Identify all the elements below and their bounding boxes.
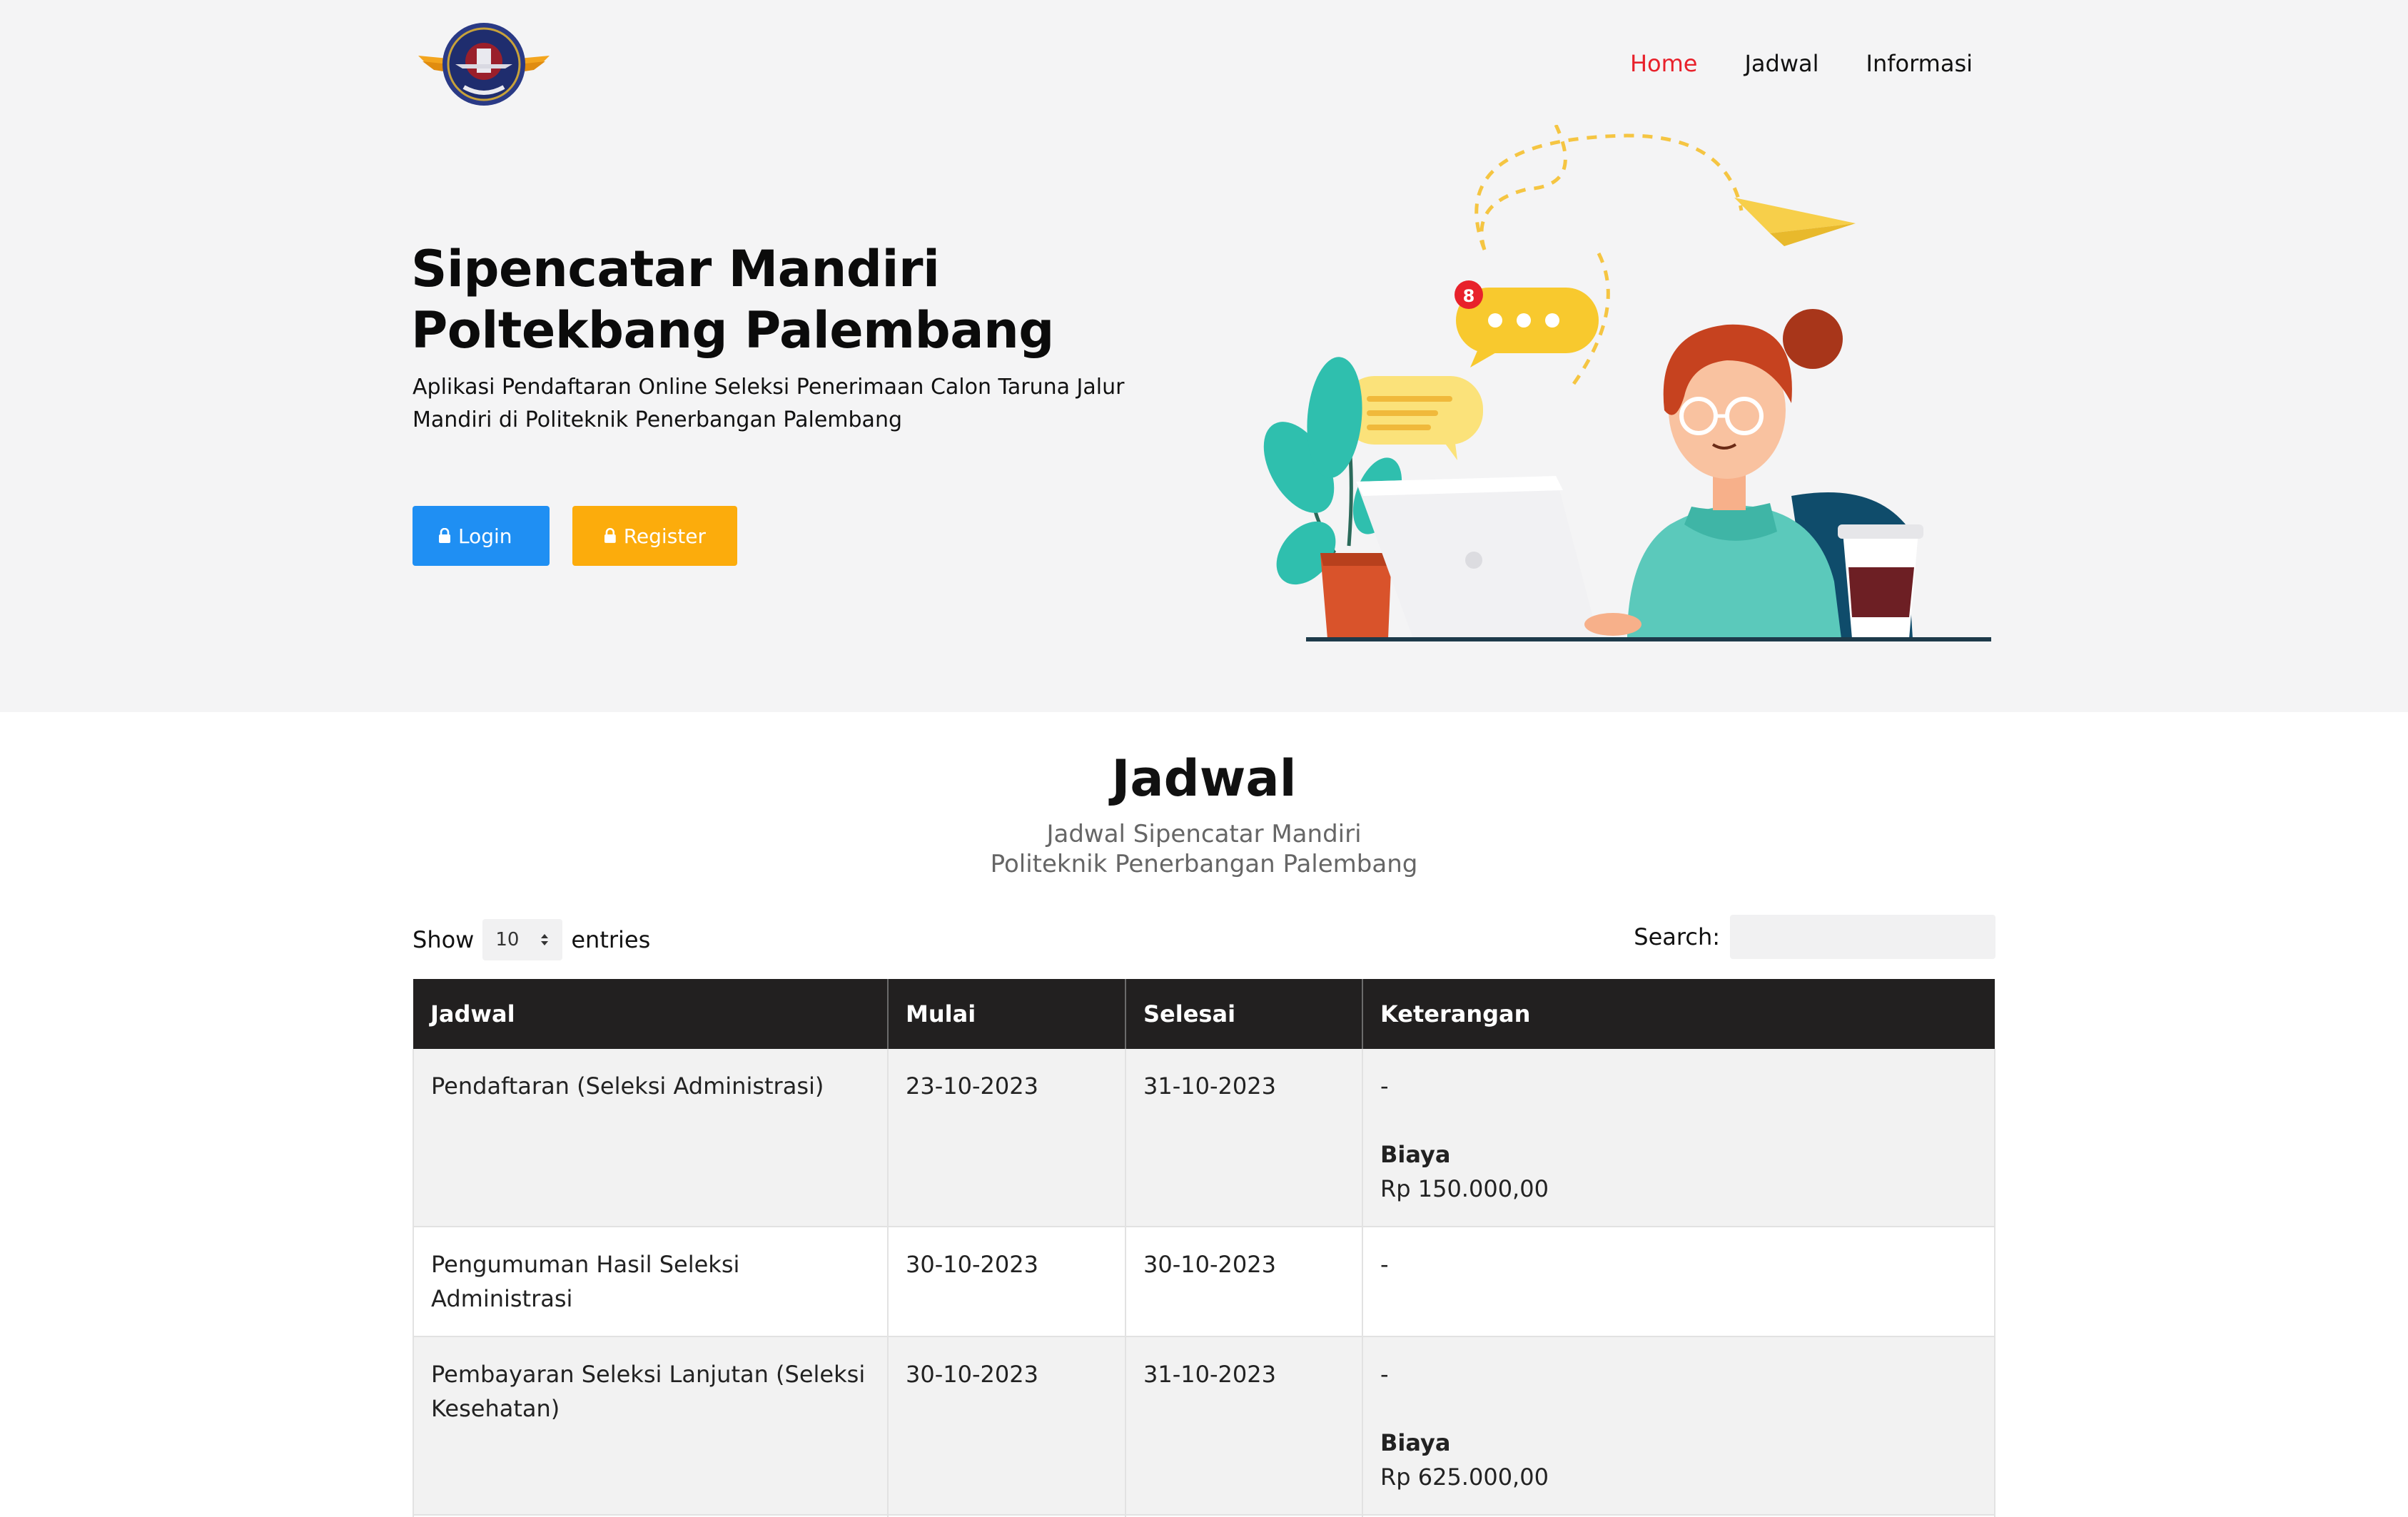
cell-keterangan: - Biaya Rp 625.000,00 [1362,1336,1995,1516]
show-entries-control: Show 10 entries [413,919,650,960]
nav-jadwal[interactable]: Jadwal [1744,50,1818,77]
lock-icon [439,528,450,543]
search-label: Search: [1634,923,1720,950]
hero-title: Sipencatar Mandiri Poltekbang Palembang [411,238,1268,361]
subtitle-line1: Jadwal Sipencatar Mandiri [1046,820,1362,848]
section-title: Jadwal [1111,749,1297,808]
table-row: Pendaftaran (Seleksi Administrasi) 23-10… [413,1049,1995,1227]
sort-arrows-icon [541,934,549,945]
nav-home[interactable]: Home [1630,50,1698,77]
biaya-value: Rp 150.000,00 [1380,1175,1549,1202]
cell-jadwal: Pendaftaran (Seleksi Administrasi) [413,1049,889,1227]
biaya-label: Biaya [1380,1429,1451,1456]
cell-jadwal: Pembayaran Seleksi Lanjutan (Seleksi Kes… [413,1336,889,1516]
cell-mulai: 30-10-2023 [888,1336,1126,1516]
register-button[interactable]: Register [572,506,737,566]
main-nav: Home Jadwal Informasi [1630,50,1973,77]
lock-icon [604,528,616,543]
entries-label: entries [571,926,651,953]
search-input[interactable] [1730,915,1995,959]
column-header-mulai[interactable]: Mulai [888,979,1126,1049]
cell-keterangan: - [1362,1227,1995,1337]
cell-selesai: 30-10-2023 [1125,1227,1363,1337]
cell-mulai: 23-10-2023 [888,1049,1126,1227]
biaya-value: Rp 625.000,00 [1380,1463,1549,1491]
login-label: Login [458,524,512,548]
hero-section: Home Jadwal Informasi Sipencatar Mandiri… [0,0,2408,712]
table-row: Pengumuman Hasil Seleksi Administrasi 30… [413,1227,1995,1337]
hero-title-line1: Sipencatar Mandiri [411,240,940,298]
hero-illustration: 8 [1263,125,1991,641]
notification-count: 8 [1463,286,1475,306]
poltekbang-logo[interactable] [413,19,555,111]
column-header-jadwal[interactable]: Jadwal [413,979,889,1049]
column-header-keterangan[interactable]: Keterangan [1362,979,1995,1049]
entries-select[interactable]: 10 [482,919,563,960]
cell-keterangan: - Biaya Rp 150.000,00 [1362,1049,1995,1227]
column-header-selesai[interactable]: Selesai [1125,979,1363,1049]
schedule-table: Jadwal Mulai Selesai Keterangan Pendafta… [413,979,1995,1517]
cell-jadwal: Pengumuman Hasil Seleksi Administrasi [413,1227,889,1337]
biaya-label: Biaya [1380,1141,1451,1168]
hero-description: Aplikasi Pendaftaran Online Seleksi Pene… [413,375,1125,432]
keterangan-text: - [1380,1072,1389,1100]
keterangan-text: - [1380,1251,1389,1278]
keterangan-text: - [1380,1361,1389,1388]
section-subtitle: Jadwal Sipencatar Mandiri Politeknik Pen… [0,819,2408,879]
table-search: Search: [1634,915,1995,959]
cell-mulai: 30-10-2023 [888,1227,1126,1337]
cell-selesai: 31-10-2023 [1125,1336,1363,1516]
entries-value: 10 [495,929,520,950]
register-label: Register [623,524,706,548]
nav-informasi[interactable]: Informasi [1866,50,1973,77]
cell-selesai: 31-10-2023 [1125,1049,1363,1227]
hero-buttons: Login Register [413,506,737,566]
show-label: Show [413,926,475,953]
table-row: Pembayaran Seleksi Lanjutan (Seleksi Kes… [413,1336,1995,1516]
subtitle-line2: Politeknik Penerbangan Palembang [990,850,1418,878]
table-header-row: Jadwal Mulai Selesai Keterangan [413,979,1995,1049]
hero-title-line2: Poltekbang Palembang [411,301,1054,360]
login-button[interactable]: Login [413,506,550,566]
